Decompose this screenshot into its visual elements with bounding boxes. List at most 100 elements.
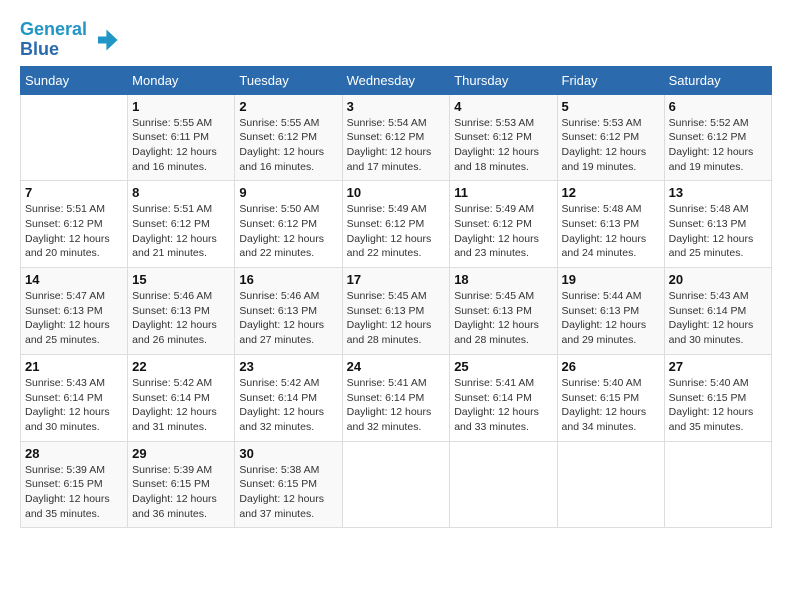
- day-info: Sunrise: 5:42 AM Sunset: 6:14 PM Dayligh…: [239, 376, 337, 435]
- day-info: Sunrise: 5:52 AM Sunset: 6:12 PM Dayligh…: [669, 116, 767, 175]
- day-info: Sunrise: 5:44 AM Sunset: 6:13 PM Dayligh…: [562, 289, 660, 348]
- day-number: 17: [347, 272, 446, 287]
- day-cell: 9 Sunrise: 5:50 AM Sunset: 6:12 PM Daylig…: [235, 181, 342, 268]
- day-cell: 3 Sunrise: 5:54 AM Sunset: 6:12 PM Daylig…: [342, 94, 450, 181]
- logo-icon: [91, 26, 119, 54]
- day-cell: 20Sunrise: 5:43 AM Sunset: 6:14 PM Dayli…: [664, 268, 771, 355]
- day-cell: 29 Sunrise: 5:39 AM Sunset: 6:15 PM Dayli…: [128, 441, 235, 528]
- day-number: 4: [454, 99, 552, 114]
- header-wednesday: Wednesday: [342, 66, 450, 94]
- day-info: Sunrise: 5:45 AM Sunset: 6:13 PM Dayligh…: [454, 289, 552, 348]
- day-cell: 19 Sunrise: 5:44 AM Sunset: 6:13 PM Dayli…: [557, 268, 664, 355]
- day-number: 28: [25, 446, 123, 461]
- day-number: 22: [132, 359, 230, 374]
- day-info: Sunrise: 5:49 AM Sunset: 6:12 PM Dayligh…: [347, 202, 446, 261]
- day-cell: 21Sunrise: 5:43 AM Sunset: 6:14 PM Dayli…: [21, 354, 128, 441]
- day-cell: [342, 441, 450, 528]
- day-cell: 28Sunrise: 5:39 AM Sunset: 6:15 PM Dayli…: [21, 441, 128, 528]
- day-info: Sunrise: 5:41 AM Sunset: 6:14 PM Dayligh…: [347, 376, 446, 435]
- day-number: 16: [239, 272, 337, 287]
- day-cell: 17 Sunrise: 5:45 AM Sunset: 6:13 PM Dayli…: [342, 268, 450, 355]
- day-info: Sunrise: 5:51 AM Sunset: 6:12 PM Dayligh…: [25, 202, 123, 261]
- day-number: 12: [562, 185, 660, 200]
- header-sunday: Sunday: [21, 66, 128, 94]
- day-info: Sunrise: 5:45 AM Sunset: 6:13 PM Dayligh…: [347, 289, 446, 348]
- day-info: Sunrise: 5:47 AM Sunset: 6:13 PM Dayligh…: [25, 289, 123, 348]
- day-number: 14: [25, 272, 123, 287]
- day-info: Sunrise: 5:51 AM Sunset: 6:12 PM Dayligh…: [132, 202, 230, 261]
- day-info: Sunrise: 5:55 AM Sunset: 6:12 PM Dayligh…: [239, 116, 337, 175]
- day-number: 6: [669, 99, 767, 114]
- day-cell: 4 Sunrise: 5:53 AM Sunset: 6:12 PM Daylig…: [450, 94, 557, 181]
- day-number: 10: [347, 185, 446, 200]
- day-info: Sunrise: 5:42 AM Sunset: 6:14 PM Dayligh…: [132, 376, 230, 435]
- day-info: Sunrise: 5:50 AM Sunset: 6:12 PM Dayligh…: [239, 202, 337, 261]
- day-number: 24: [347, 359, 446, 374]
- day-info: Sunrise: 5:55 AM Sunset: 6:11 PM Dayligh…: [132, 116, 230, 175]
- day-cell: 13 Sunrise: 5:48 AM Sunset: 6:13 PM Dayli…: [664, 181, 771, 268]
- day-cell: 8 Sunrise: 5:51 AM Sunset: 6:12 PM Daylig…: [128, 181, 235, 268]
- week-row-5: 28 Sunrise: 5:39 AM Sunset: 6:15 PM Dayli…: [21, 441, 772, 528]
- week-row-1: 1 Sunrise: 5:55 AM Sunset: 6:11 PM Daylig…: [21, 94, 772, 181]
- calendar-table: SundayMondayTuesdayWednesdayThursdayFrid…: [20, 66, 772, 529]
- day-number: 18: [454, 272, 552, 287]
- day-number: 11: [454, 185, 552, 200]
- day-info: Sunrise: 5:53 AM Sunset: 6:12 PM Dayligh…: [562, 116, 660, 175]
- logo: GeneralBlue: [20, 20, 119, 60]
- day-cell: 27 Sunrise: 5:40 AM Sunset: 6:15 PM Dayli…: [664, 354, 771, 441]
- week-row-4: 21Sunrise: 5:43 AM Sunset: 6:14 PM Dayli…: [21, 354, 772, 441]
- day-number: 15: [132, 272, 230, 287]
- week-row-3: 14 Sunrise: 5:47 AM Sunset: 6:13 PM Dayli…: [21, 268, 772, 355]
- day-cell: 30Sunrise: 5:38 AM Sunset: 6:15 PM Dayli…: [235, 441, 342, 528]
- week-row-2: 7 Sunrise: 5:51 AM Sunset: 6:12 PM Daylig…: [21, 181, 772, 268]
- day-cell: 15 Sunrise: 5:46 AM Sunset: 6:13 PM Dayli…: [128, 268, 235, 355]
- day-cell: 14 Sunrise: 5:47 AM Sunset: 6:13 PM Dayli…: [21, 268, 128, 355]
- day-number: 5: [562, 99, 660, 114]
- calendar-header-row: SundayMondayTuesdayWednesdayThursdayFrid…: [21, 66, 772, 94]
- day-number: 27: [669, 359, 767, 374]
- day-cell: 22 Sunrise: 5:42 AM Sunset: 6:14 PM Dayli…: [128, 354, 235, 441]
- day-number: 20: [669, 272, 767, 287]
- day-number: 29: [132, 446, 230, 461]
- day-number: 25: [454, 359, 552, 374]
- day-cell: [664, 441, 771, 528]
- day-info: Sunrise: 5:46 AM Sunset: 6:13 PM Dayligh…: [132, 289, 230, 348]
- day-cell: 26 Sunrise: 5:40 AM Sunset: 6:15 PM Dayli…: [557, 354, 664, 441]
- day-cell: 18 Sunrise: 5:45 AM Sunset: 6:13 PM Dayli…: [450, 268, 557, 355]
- day-number: 26: [562, 359, 660, 374]
- day-cell: 5 Sunrise: 5:53 AM Sunset: 6:12 PM Daylig…: [557, 94, 664, 181]
- day-cell: 16 Sunrise: 5:46 AM Sunset: 6:13 PM Dayli…: [235, 268, 342, 355]
- day-number: 3: [347, 99, 446, 114]
- header-monday: Monday: [128, 66, 235, 94]
- day-number: 7: [25, 185, 123, 200]
- day-number: 23: [239, 359, 337, 374]
- day-cell: [450, 441, 557, 528]
- day-info: Sunrise: 5:53 AM Sunset: 6:12 PM Dayligh…: [454, 116, 552, 175]
- day-cell: 10 Sunrise: 5:49 AM Sunset: 6:12 PM Dayli…: [342, 181, 450, 268]
- day-number: 2: [239, 99, 337, 114]
- day-info: Sunrise: 5:48 AM Sunset: 6:13 PM Dayligh…: [562, 202, 660, 261]
- day-cell: 12 Sunrise: 5:48 AM Sunset: 6:13 PM Dayli…: [557, 181, 664, 268]
- day-info: Sunrise: 5:41 AM Sunset: 6:14 PM Dayligh…: [454, 376, 552, 435]
- day-info: Sunrise: 5:43 AM Sunset: 6:14 PM Dayligh…: [25, 376, 123, 435]
- day-cell: 2 Sunrise: 5:55 AM Sunset: 6:12 PM Daylig…: [235, 94, 342, 181]
- day-info: Sunrise: 5:48 AM Sunset: 6:13 PM Dayligh…: [669, 202, 767, 261]
- day-cell: 6 Sunrise: 5:52 AM Sunset: 6:12 PM Daylig…: [664, 94, 771, 181]
- page-header: GeneralBlue: [20, 20, 772, 60]
- day-info: Sunrise: 5:40 AM Sunset: 6:15 PM Dayligh…: [669, 376, 767, 435]
- day-info: Sunrise: 5:40 AM Sunset: 6:15 PM Dayligh…: [562, 376, 660, 435]
- header-friday: Friday: [557, 66, 664, 94]
- header-tuesday: Tuesday: [235, 66, 342, 94]
- day-info: Sunrise: 5:39 AM Sunset: 6:15 PM Dayligh…: [132, 463, 230, 522]
- day-number: 13: [669, 185, 767, 200]
- day-cell: 24 Sunrise: 5:41 AM Sunset: 6:14 PM Dayli…: [342, 354, 450, 441]
- header-saturday: Saturday: [664, 66, 771, 94]
- day-number: 1: [132, 99, 230, 114]
- day-cell: [557, 441, 664, 528]
- day-number: 8: [132, 185, 230, 200]
- day-info: Sunrise: 5:54 AM Sunset: 6:12 PM Dayligh…: [347, 116, 446, 175]
- day-number: 30: [239, 446, 337, 461]
- day-number: 9: [239, 185, 337, 200]
- day-number: 19: [562, 272, 660, 287]
- day-info: Sunrise: 5:46 AM Sunset: 6:13 PM Dayligh…: [239, 289, 337, 348]
